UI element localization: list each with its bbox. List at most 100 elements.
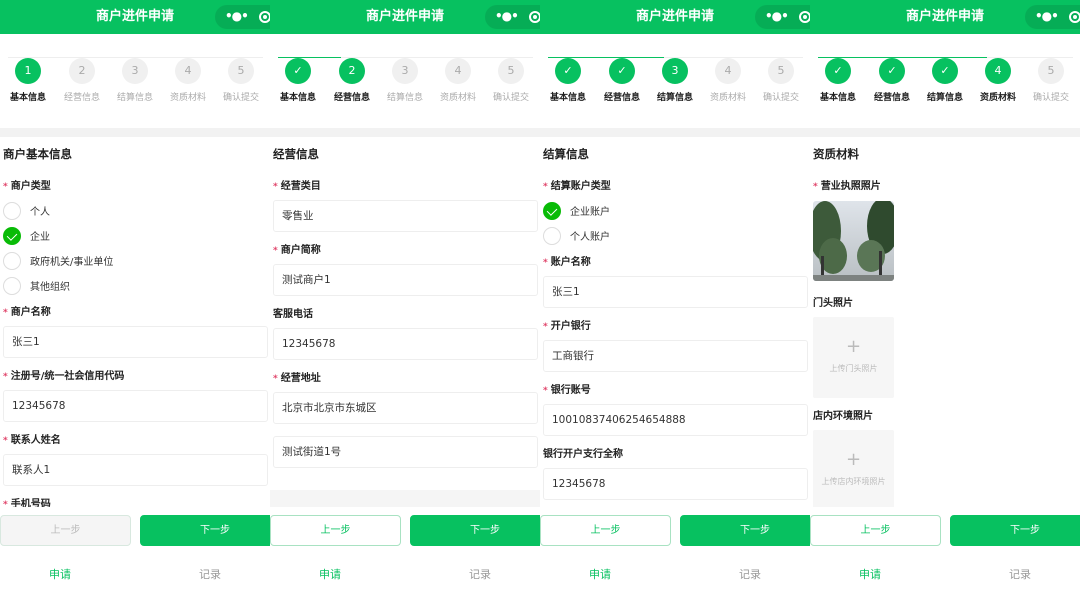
- required-mark: *: [3, 372, 8, 382]
- close-miniprogram-icon[interactable]: [1069, 11, 1080, 23]
- radio-unchecked-icon[interactable]: [543, 227, 561, 245]
- radio-unchecked-icon[interactable]: [3, 202, 21, 220]
- next-step-button[interactable]: 下一步: [410, 515, 540, 546]
- bottom-bar: 上一步下一步申请记录: [0, 507, 270, 607]
- text-input[interactable]: 联系人1: [3, 454, 268, 486]
- section-title: 经营信息: [273, 137, 538, 171]
- radio-checked-icon[interactable]: [3, 227, 21, 245]
- step-label: 结算信息: [648, 90, 702, 103]
- text-input[interactable]: 12345678: [543, 468, 808, 500]
- step-indicator: ✓基本信息2经营信息3结算信息4资质材料5确认提交: [270, 34, 540, 128]
- plus-icon: +: [813, 430, 894, 472]
- text-input[interactable]: 工商银行: [543, 340, 808, 372]
- close-miniprogram-icon[interactable]: [799, 11, 810, 23]
- prev-step-button[interactable]: 上一步: [270, 515, 401, 546]
- field-label: *商户名称: [3, 302, 268, 324]
- step-label: 确认提交: [754, 90, 808, 103]
- radio-option[interactable]: 其他组织: [3, 273, 268, 298]
- step-4: 4资质材料: [161, 58, 215, 103]
- step-number: 2: [339, 58, 365, 84]
- more-icon[interactable]: •●•: [225, 5, 248, 27]
- next-step-button[interactable]: 下一步: [950, 515, 1080, 546]
- nav-header: 商户进件申请•●•: [540, 0, 810, 34]
- more-icon[interactable]: •●•: [765, 5, 788, 27]
- phone-screen: 商户进件申请•●•✓基本信息✓经营信息3结算信息4资质材料5确认提交结算信息*结…: [540, 0, 810, 607]
- text-input[interactable]: 测试街道1号: [273, 436, 538, 468]
- upload-box[interactable]: +上传店内环境照片: [813, 430, 894, 507]
- text-input[interactable]: 12345678: [3, 390, 268, 422]
- radio-label: 企业: [30, 228, 50, 243]
- form-section: 商户基本信息*商户类型个人企业政府机关/事业单位其他组织*商户名称张三1*注册号…: [0, 137, 270, 507]
- menu-capsule[interactable]: •●•: [215, 5, 270, 29]
- step-1: ✓基本信息: [541, 58, 595, 103]
- step-1: 1基本信息: [1, 58, 55, 103]
- step-1: ✓ 基本信息: [271, 58, 325, 103]
- text-input[interactable]: 北京市北京市东城区: [273, 392, 538, 424]
- tab-apply[interactable]: 申请: [570, 566, 630, 582]
- more-icon[interactable]: •●•: [495, 5, 518, 27]
- step-2: 2经营信息: [55, 58, 109, 103]
- menu-capsule[interactable]: •●•: [485, 5, 540, 29]
- close-miniprogram-icon[interactable]: [529, 11, 540, 23]
- tab-records[interactable]: 记录: [990, 566, 1050, 582]
- menu-capsule[interactable]: •●•: [755, 5, 810, 29]
- required-mark: *: [273, 246, 278, 256]
- step-label: 资质材料: [161, 90, 215, 103]
- radio-option[interactable]: 个人: [3, 198, 268, 223]
- radio-unchecked-icon[interactable]: [3, 252, 21, 270]
- radio-option[interactable]: 个人账户: [543, 223, 808, 248]
- form-section: 结算信息*结算账户类型企业账户个人账户*账户名称张三1*开户银行工商银行*银行账…: [540, 137, 810, 507]
- upload-hint: 上传门头照片: [813, 363, 894, 374]
- radio-unchecked-icon[interactable]: [3, 277, 21, 295]
- tab-records[interactable]: 记录: [180, 566, 240, 582]
- prev-step-button[interactable]: 上一步: [810, 515, 941, 546]
- radio-option[interactable]: 企业账户: [543, 198, 808, 223]
- tab-records[interactable]: 记录: [720, 566, 780, 582]
- check-icon: ✓: [285, 58, 311, 84]
- field-label: *营业执照照片: [813, 176, 1078, 198]
- radio-option[interactable]: 企业: [3, 223, 268, 248]
- divider: [0, 128, 270, 137]
- text-input[interactable]: 零售业: [273, 200, 538, 232]
- form-scroll-area[interactable]: 商户基本信息*商户类型个人企业政府机关/事业单位其他组织*商户名称张三1*注册号…: [0, 137, 270, 507]
- field-label-text: 结算账户类型: [551, 181, 611, 192]
- form-section: 资质材料*营业执照照片门头照片+上传门头照片店内环境照片+上传店内环境照片: [810, 137, 1080, 507]
- check-icon: ✓: [555, 58, 581, 84]
- form-scroll-area[interactable]: 资质材料*营业执照照片门头照片+上传门头照片店内环境照片+上传店内环境照片: [810, 137, 1080, 507]
- close-miniprogram-icon[interactable]: [259, 11, 270, 23]
- menu-capsule[interactable]: •●•: [1025, 5, 1080, 29]
- tab-apply[interactable]: 申请: [840, 566, 900, 582]
- text-input[interactable]: 10010837406254654888: [543, 404, 808, 436]
- radio-label: 政府机关/事业单位: [30, 253, 113, 268]
- field-label: *商户简称: [273, 240, 538, 262]
- step-label: 经营信息: [595, 90, 649, 103]
- tab-apply[interactable]: 申请: [300, 566, 360, 582]
- section-title: 资质材料: [813, 137, 1078, 171]
- field-label-text: 账户名称: [551, 257, 591, 268]
- upload-box[interactable]: +上传门头照片: [813, 317, 894, 398]
- step-label: 经营信息: [865, 90, 919, 103]
- text-input[interactable]: 张三1: [543, 276, 808, 308]
- prev-step-button[interactable]: 上一步: [540, 515, 671, 546]
- step-label: 经营信息: [325, 90, 379, 103]
- step-label: 基本信息: [271, 90, 325, 103]
- license-photo[interactable]: [813, 201, 894, 281]
- step-number: 5: [768, 58, 794, 84]
- field-label: *经营类目: [273, 176, 538, 198]
- tab-apply[interactable]: 申请: [30, 566, 90, 582]
- tab-records[interactable]: 记录: [450, 566, 510, 582]
- step-number: 5: [498, 58, 524, 84]
- form-scroll-area[interactable]: 结算信息*结算账户类型企业账户个人账户*账户名称张三1*开户银行工商银行*银行账…: [540, 137, 810, 507]
- more-icon[interactable]: •●•: [1035, 5, 1058, 27]
- form-scroll-area[interactable]: 经营信息*经营类目零售业*商户简称测试商户1客服电话12345678*经营地址北…: [270, 137, 540, 507]
- radio-checked-icon[interactable]: [543, 202, 561, 220]
- text-input[interactable]: 张三1: [3, 326, 268, 358]
- step-indicator: ✓基本信息✓经营信息3结算信息4资质材料5确认提交: [540, 34, 810, 128]
- step-label: 结算信息: [108, 90, 162, 103]
- text-input[interactable]: 测试商户1: [273, 264, 538, 296]
- radio-label: 其他组织: [30, 278, 70, 293]
- next-step-button[interactable]: 下一步: [140, 515, 270, 546]
- text-input[interactable]: 12345678: [273, 328, 538, 360]
- radio-option[interactable]: 政府机关/事业单位: [3, 248, 268, 273]
- next-step-button[interactable]: 下一步: [680, 515, 810, 546]
